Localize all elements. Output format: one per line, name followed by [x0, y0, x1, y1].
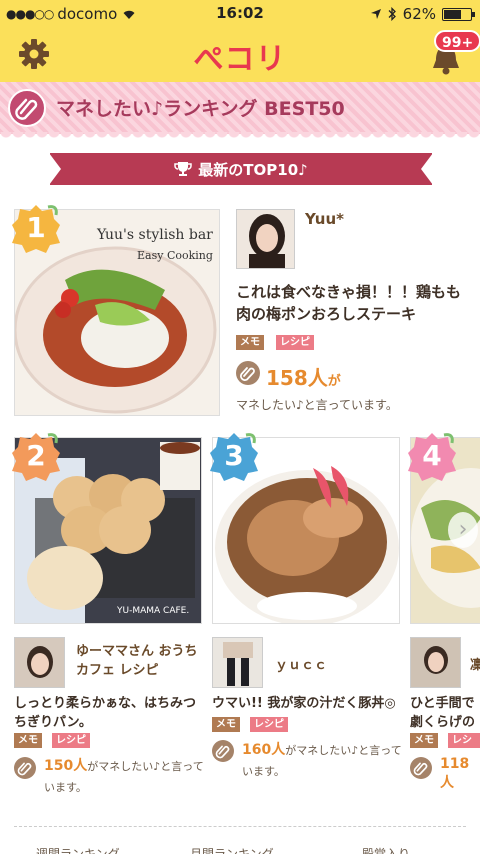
- mane-clip-icon: [212, 740, 234, 762]
- memo-tag: メモ: [236, 335, 264, 350]
- rank-number: 3: [224, 439, 244, 472]
- mane-count-3: 160人がマネしたい♪と言っています。: [242, 740, 402, 782]
- status-right: 62%: [370, 5, 475, 23]
- mane-count-value: 118人: [440, 756, 470, 791]
- mane-clip-icon: [14, 757, 36, 779]
- rank-number: 1: [26, 211, 46, 244]
- tab-weekly-ranking[interactable]: 週間ランキング: [36, 845, 120, 854]
- rank-badge-3: 3: [208, 431, 260, 483]
- rank-number: 4: [422, 439, 442, 472]
- rank-badge-2: 2: [10, 431, 62, 483]
- recipe-title-3[interactable]: ウマい!! 我が家の汁だく豚丼◎: [212, 695, 402, 714]
- memo-tag: メモ: [14, 733, 42, 748]
- mane-count-value: 158人: [266, 366, 328, 390]
- user-name-2[interactable]: ゆーママさん おうちカフェ レシピ: [76, 643, 200, 681]
- app-bar: ぺコリ 99+: [0, 28, 480, 82]
- carousel-next-arrow-icon[interactable]: ›: [448, 512, 478, 548]
- memo-tag: メモ: [212, 717, 240, 732]
- notification-count-badge[interactable]: 99+: [434, 30, 480, 52]
- user-avatar-3[interactable]: [212, 637, 263, 688]
- mane-count-4: 118人: [440, 756, 480, 792]
- memo-tag: メモ: [410, 733, 438, 748]
- top10-label-wrap: 最新のTOP10♪: [50, 159, 432, 180]
- user-avatar-2[interactable]: [14, 637, 65, 688]
- featured-recipe-title[interactable]: これは食べなきゃ損！！！鶏もも肉の梅ポンおろしステーキ: [236, 282, 470, 326]
- recipe-tag: レシピ: [448, 733, 480, 761]
- mane-count-2: 150人がマネしたい♪と言っています。: [44, 756, 204, 798]
- featured-user-name[interactable]: Yuu*: [305, 210, 344, 228]
- rank-badge-4: 4: [406, 431, 458, 483]
- trophy-icon: [174, 162, 193, 176]
- top10-ribbon: 最新のTOP10♪: [49, 153, 433, 185]
- mane-count: 158人が: [266, 362, 341, 391]
- recipe-title-4[interactable]: ひと手間で劇くらげのサラ: [410, 695, 480, 733]
- rank-number: 2: [26, 439, 46, 472]
- user-name-4[interactable]: 凜: [470, 654, 480, 673]
- tab-monthly-ranking[interactable]: 月間ランキング: [190, 845, 274, 854]
- tab-hall-of-fame[interactable]: 殿堂入り: [362, 845, 410, 854]
- bluetooth-icon: [388, 7, 396, 21]
- rank-badge-1: 1: [10, 203, 62, 255]
- mane-clip-icon: [236, 361, 260, 385]
- recipe-tag: レシピ: [250, 717, 288, 732]
- section-divider: [14, 826, 466, 827]
- featured-user-avatar[interactable]: [236, 209, 295, 269]
- ranking-header: マネしたい♪ランキング BEST50: [0, 82, 480, 140]
- mane-count-value: 160人: [242, 742, 286, 758]
- mane-count-value: 150人: [44, 758, 88, 774]
- top10-label: 最新のTOP10♪: [198, 161, 308, 179]
- photo-subcaption: Easy Cooking: [137, 249, 213, 262]
- user-name-3[interactable]: ｙｕｃｃ: [275, 654, 327, 673]
- mane-count-suffix: が: [327, 374, 341, 389]
- photo-caption: Yuu's stylish bar: [97, 227, 213, 243]
- ranking-title: マネしたい♪ランキング BEST50: [56, 98, 345, 120]
- mane-says-text: マネしたい♪と言っています。: [236, 398, 398, 412]
- recipe-title-2[interactable]: しっとり柔らかぁな、はちみつちぎりパン。: [14, 695, 204, 733]
- recipe-tag: レシピ: [52, 733, 90, 748]
- battery-icon: [442, 7, 475, 21]
- user-avatar-4[interactable]: [410, 637, 461, 688]
- mane-clip-icon: [410, 757, 432, 779]
- recipe-tag: レシピ: [276, 335, 314, 350]
- location-arrow-icon: [370, 9, 381, 19]
- ranking-period-tabs: 週間ランキング 月間ランキング 殿堂入り: [0, 843, 480, 854]
- status-bar: ●●●○○ docomo 16:02 62%: [0, 0, 480, 28]
- paperclip-icon: [8, 89, 46, 127]
- photo-watermark: YU-MAMA CAFE.: [117, 606, 190, 616]
- app-logo[interactable]: ぺコリ: [0, 34, 480, 78]
- scalloped-edge: [0, 132, 480, 140]
- battery-percent: 62%: [402, 5, 436, 23]
